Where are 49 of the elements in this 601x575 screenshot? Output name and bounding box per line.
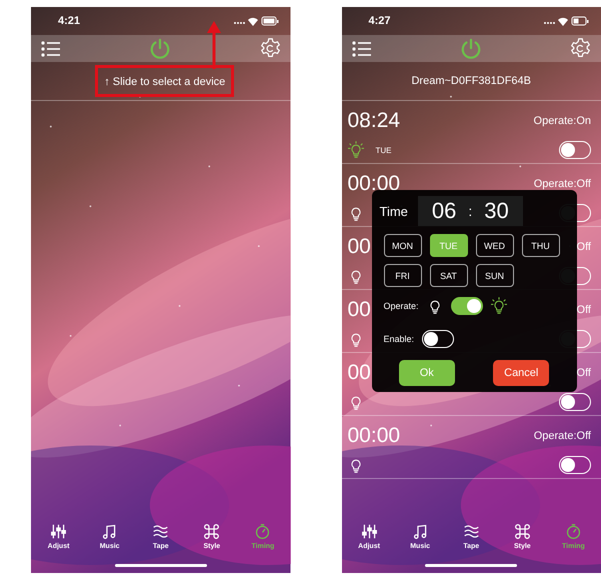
hour-value[interactable]: 06 bbox=[432, 198, 456, 224]
operate-status: Off bbox=[576, 367, 591, 379]
day-button[interactable]: FRI bbox=[384, 264, 422, 287]
enable-label: Enable: bbox=[384, 334, 414, 344]
music-note-icon bbox=[412, 523, 429, 540]
day-button[interactable]: SUN bbox=[476, 264, 514, 287]
signal-wifi-battery-icon bbox=[543, 16, 589, 26]
minute-value[interactable]: 30 bbox=[484, 198, 509, 224]
operate-status: Operate:On bbox=[534, 115, 591, 127]
dialog-title: Time bbox=[380, 204, 408, 218]
waves-icon bbox=[152, 523, 170, 540]
menu-icon[interactable] bbox=[352, 40, 372, 56]
operate-label: Operate: bbox=[384, 301, 419, 312]
timer-time[interactable]: 08:24 bbox=[348, 109, 400, 133]
enable-switch[interactable] bbox=[559, 141, 591, 159]
operate-switch[interactable] bbox=[450, 297, 483, 316]
timer-time[interactable]: 00 bbox=[348, 235, 371, 259]
lit-bulb-icon bbox=[490, 297, 507, 316]
enable-switch[interactable] bbox=[422, 330, 454, 348]
menu-icon[interactable] bbox=[41, 40, 61, 56]
enable-switch[interactable] bbox=[559, 393, 591, 411]
status-time: 4:27 bbox=[368, 15, 391, 27]
settings-icon[interactable] bbox=[260, 38, 280, 59]
timer-time[interactable]: 00 bbox=[348, 298, 371, 322]
hint-text: ↑ Slide to select a device bbox=[104, 76, 226, 88]
stopwatch-icon bbox=[564, 523, 582, 540]
signal-wifi-battery-icon bbox=[232, 16, 278, 26]
operate-status: Off bbox=[576, 304, 591, 316]
status-time: 4:21 bbox=[58, 15, 80, 27]
day-button[interactable]: MON bbox=[384, 234, 422, 257]
operate-status: Operate:Off bbox=[534, 178, 591, 190]
sliders-icon bbox=[50, 523, 68, 540]
day-button[interactable]: WED bbox=[476, 234, 514, 257]
day-button[interactable]: THU bbox=[522, 234, 560, 257]
day-button[interactable]: SAT bbox=[430, 264, 468, 287]
command-key-icon bbox=[203, 523, 220, 540]
command-key-icon bbox=[514, 523, 531, 540]
time-picker[interactable]: 06 : 30 bbox=[418, 196, 523, 226]
waves-icon bbox=[462, 523, 480, 540]
settings-icon[interactable] bbox=[570, 38, 591, 59]
operate-status: Off bbox=[576, 241, 591, 253]
timer-days: TUE bbox=[376, 146, 392, 154]
sliders-icon bbox=[360, 523, 378, 540]
operate-status: Operate:Off bbox=[534, 430, 591, 442]
cancel-button[interactable]: Cancel bbox=[493, 360, 550, 386]
stopwatch-icon bbox=[254, 523, 272, 540]
device-name: Dream~D0FF381DF64B bbox=[411, 75, 532, 87]
time-separator: : bbox=[468, 203, 472, 219]
enable-switch[interactable] bbox=[559, 456, 591, 474]
